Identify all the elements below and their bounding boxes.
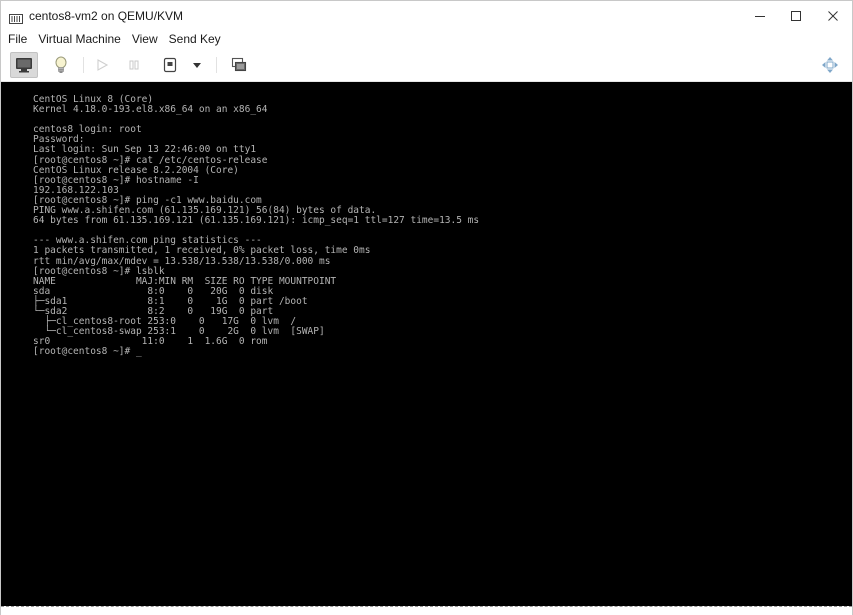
toolbar-separator (216, 57, 217, 73)
virt-manager-app-icon (9, 11, 23, 24)
power-icon (163, 57, 177, 73)
console-line: 64 bytes from 61.135.169.121 (61.135.169… (33, 215, 480, 227)
toolbar-separator (83, 57, 84, 73)
show-console-button[interactable] (10, 52, 38, 78)
window-bottom-edge (1, 606, 852, 615)
pause-icon (129, 60, 139, 70)
pause-button[interactable] (122, 52, 146, 78)
show-details-button[interactable] (48, 52, 74, 78)
console-line: centos8 login: root (33, 124, 142, 136)
close-button[interactable] (814, 1, 852, 31)
close-icon (828, 11, 838, 21)
console-line: 1 packets transmitted, 1 received, 0% pa… (33, 245, 371, 257)
shutdown-button[interactable] (158, 52, 182, 78)
maximize-button[interactable] (778, 1, 814, 31)
maximize-icon (791, 11, 801, 21)
menu-bar: File Virtual Machine View Send Key (1, 31, 852, 48)
title-bar[interactable]: centos8-vm2 on QEMU/KVM (1, 1, 852, 31)
console-line: Kernel 4.18.0-193.el8.x86_64 on an x86_6… (33, 104, 268, 116)
menu-send-key[interactable]: Send Key (162, 31, 225, 48)
shutdown-menu-button[interactable] (187, 52, 207, 78)
vm-window: centos8-vm2 on QEMU/KVM File Virtual Mac… (0, 0, 853, 615)
console-output: CentOS Linux 8 (Core) Kernel 4.18.0-193.e… (33, 94, 480, 358)
minimize-icon (755, 16, 765, 17)
fullscreen-resize-icon (822, 57, 838, 73)
chevron-down-icon (193, 63, 201, 68)
toolbar (1, 49, 852, 82)
lightbulb-details-icon (55, 56, 67, 73)
snapshots-button[interactable] (227, 52, 251, 78)
fullscreen-button[interactable] (817, 52, 843, 78)
window-controls (742, 1, 852, 31)
menu-view[interactable]: View (125, 31, 162, 48)
console-line: [root@centos8 ~]# _ (33, 346, 142, 358)
minimize-button[interactable] (742, 1, 778, 31)
menu-virtual-machine[interactable]: Virtual Machine (31, 31, 125, 48)
menu-file[interactable]: File (1, 31, 31, 48)
run-icon (97, 59, 109, 71)
console-view-icon (16, 58, 32, 73)
snapshot-icon (231, 57, 247, 72)
window-title: centos8-vm2 on QEMU/KVM (29, 9, 184, 23)
run-button[interactable] (90, 52, 114, 78)
vm-console-display[interactable]: CentOS Linux 8 (Core) Kernel 4.18.0-193.e… (1, 82, 852, 606)
